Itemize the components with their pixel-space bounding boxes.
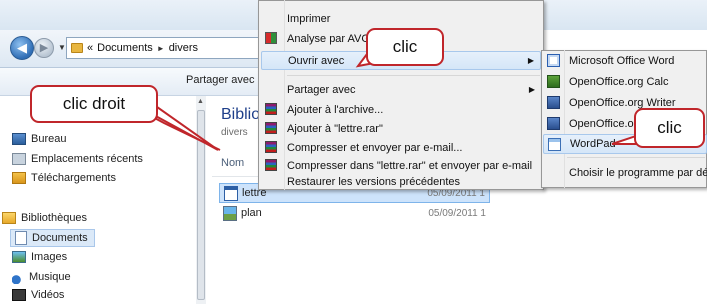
callout-click-wordpad: clic [634,108,705,148]
callout-click-open-with: clic [366,28,444,66]
callout-pointers [129,48,651,151]
callout-right-click: clic droit [30,85,158,123]
